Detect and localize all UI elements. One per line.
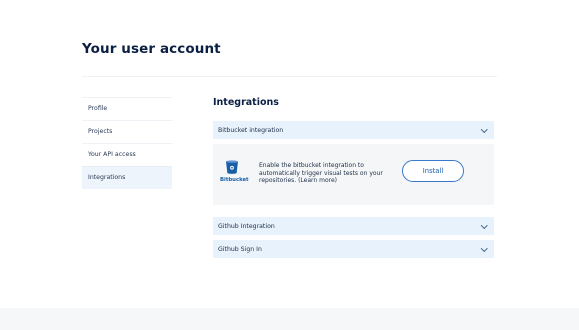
account-panel: Your user account Profile Projects Your … bbox=[0, 0, 579, 308]
bitbucket-description: Enable the bitbucket integration to auto… bbox=[259, 162, 383, 184]
sidebar-item-projects[interactable]: Projects bbox=[82, 120, 172, 143]
chevron-down-icon bbox=[480, 244, 487, 252]
github-integration-accordion-header[interactable]: Github Integration bbox=[213, 217, 494, 235]
bitbucket-accordion-header[interactable]: Bitbucket integration bbox=[213, 121, 494, 139]
bitbucket-wordmark: Bitbucket bbox=[220, 177, 249, 183]
chevron-down-icon bbox=[480, 125, 487, 133]
title-divider bbox=[82, 76, 497, 77]
integrations-section: Integrations Bitbucket integration Bitbu… bbox=[213, 96, 494, 258]
account-sidebar: Profile Projects Your API access Integra… bbox=[82, 97, 172, 189]
github-signin-label: Github Sign In bbox=[218, 245, 262, 253]
install-button[interactable]: Install bbox=[402, 160, 464, 182]
github-integration-label: Github Integration bbox=[218, 222, 275, 230]
sidebar-item-integrations[interactable]: Integrations bbox=[82, 166, 172, 189]
bitbucket-accordion-body: Bitbucket Enable the bitbucket integrati… bbox=[213, 144, 494, 205]
chevron-down-icon bbox=[480, 221, 487, 229]
bitbucket-logo: Bitbucket bbox=[220, 160, 249, 183]
bitbucket-bucket-icon bbox=[226, 160, 238, 174]
integrations-title: Integrations bbox=[213, 97, 279, 108]
github-signin-accordion-header[interactable]: Github Sign In bbox=[213, 240, 494, 258]
bitbucket-accordion-label: Bitbucket integration bbox=[218, 126, 284, 134]
page-title: Your user account bbox=[82, 41, 221, 57]
sidebar-item-api-access[interactable]: Your API access bbox=[82, 143, 172, 166]
sidebar-item-profile[interactable]: Profile bbox=[82, 97, 172, 120]
